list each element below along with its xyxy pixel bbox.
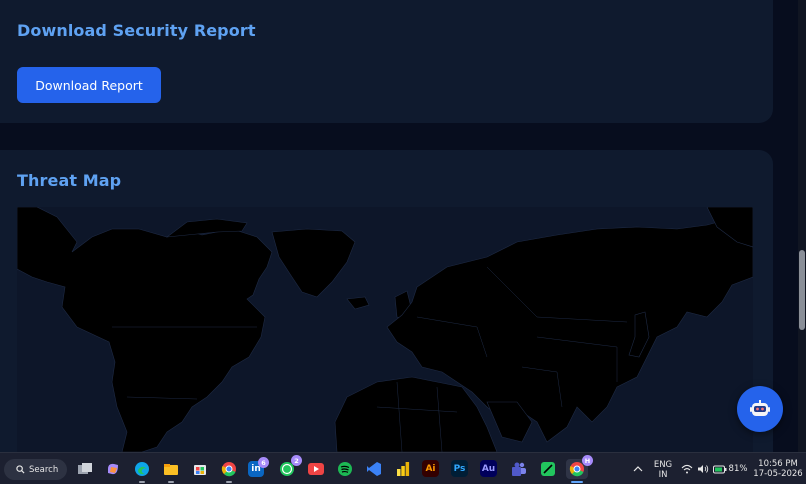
spotify-icon[interactable] xyxy=(335,459,355,479)
search-label: Search xyxy=(29,464,59,475)
download-report-card xyxy=(0,0,773,123)
download-section-title: Download Security Report xyxy=(17,21,256,40)
file-explorer-icon[interactable] xyxy=(161,459,181,483)
vscode-icon[interactable] xyxy=(364,459,384,479)
robot-icon xyxy=(750,400,770,416)
edge-icon[interactable] xyxy=(132,459,152,483)
microsoft-store-icon[interactable] xyxy=(190,459,210,479)
task-view-icon[interactable] xyxy=(75,459,95,479)
copilot-icon[interactable] xyxy=(103,459,123,479)
clock[interactable]: 10:56 PM 17-05-2026 xyxy=(752,459,804,479)
power-bi-icon[interactable] xyxy=(393,459,413,479)
linkedin-icon[interactable]: in 6 xyxy=(248,457,269,477)
illustrator-icon[interactable]: Ai xyxy=(422,460,439,477)
threat-map-title: Threat Map xyxy=(17,171,122,190)
chatbot-button[interactable] xyxy=(737,386,783,432)
chrome-icon[interactable] xyxy=(219,459,239,483)
photoshop-icon[interactable]: Ps xyxy=(451,460,468,477)
linkedin-badge: 6 xyxy=(258,457,269,468)
taskbar-search[interactable]: Search xyxy=(4,459,67,480)
landmass-greenland xyxy=(271,228,356,298)
threat-map[interactable] xyxy=(17,207,753,452)
chrome-profile-icon[interactable]: H xyxy=(566,455,593,483)
battery-icon[interactable] xyxy=(712,459,728,479)
language-indicator[interactable]: ENG IN xyxy=(652,460,674,480)
page-viewport: Download Security Report Download Report… xyxy=(0,0,798,452)
landmass-north-america xyxy=(17,207,273,452)
page-scrollbar[interactable] xyxy=(798,0,806,452)
wifi-icon[interactable] xyxy=(680,459,694,479)
volume-icon[interactable] xyxy=(696,459,710,479)
landmass-iceland xyxy=(346,296,370,310)
chrome-profile-badge: H xyxy=(582,455,593,466)
search-icon xyxy=(16,465,25,474)
download-report-button[interactable]: Download Report xyxy=(17,67,161,103)
green-app-icon[interactable] xyxy=(538,459,558,479)
scrollbar-thumb[interactable] xyxy=(799,250,805,330)
world-map-svg xyxy=(17,207,753,452)
teams-icon[interactable] xyxy=(509,459,529,479)
windows-taskbar: Search in 6 2 Ai Ps Au H ENG IN 81% 10:5… xyxy=(0,452,806,484)
audition-icon[interactable]: Au xyxy=(480,460,497,477)
whatsapp-icon[interactable]: 2 xyxy=(277,455,302,479)
whatsapp-badge: 2 xyxy=(291,455,302,466)
chevron-up-icon[interactable] xyxy=(628,459,648,479)
battery-percent: 81% xyxy=(728,464,748,474)
youtube-icon[interactable] xyxy=(306,459,326,479)
